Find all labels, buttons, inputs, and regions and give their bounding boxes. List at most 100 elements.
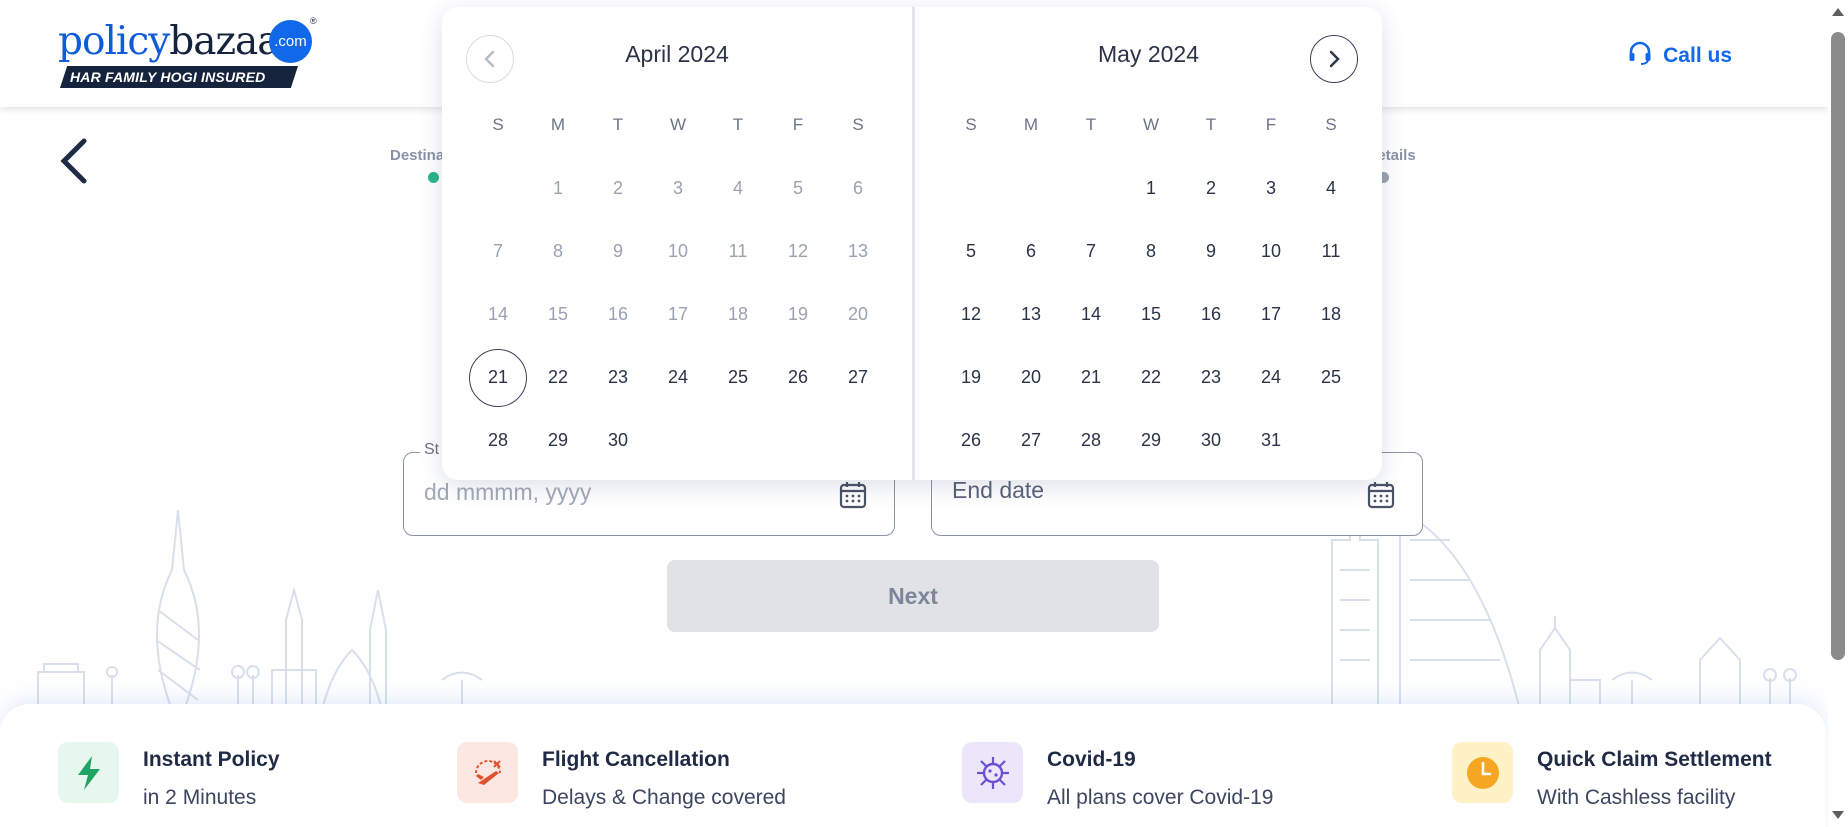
calendar-day[interactable]: 31 [1241, 409, 1301, 472]
scroll-down-arrow[interactable] [1832, 811, 1844, 819]
calendar-day[interactable]: 26 [768, 346, 828, 409]
calendar-day-number: 14 [487, 304, 509, 324]
calendar-day[interactable]: 9 [1181, 220, 1241, 283]
weekday-label: M [550, 115, 566, 134]
calendar-day[interactable]: 2 [1181, 157, 1241, 220]
calendar-day[interactable]: 27 [1001, 409, 1061, 472]
calendar-day[interactable]: 18 [1301, 283, 1361, 346]
weekday-label: T [732, 115, 744, 134]
policybazaar-logo[interactable]: policybazaar .com ® HAR FAMILY HOGI INSU… [58, 16, 320, 90]
calendar-day[interactable]: 10 [1241, 220, 1301, 283]
calendar-day[interactable]: 11 [1301, 220, 1361, 283]
calendar-day-number: 6 [852, 178, 863, 198]
calendar-day-number: 3 [1265, 178, 1276, 198]
back-button[interactable] [50, 135, 96, 187]
weekday-header: S M T W T F S [468, 115, 888, 135]
call-us-label: Call us [1663, 43, 1732, 67]
calendar-day[interactable]: 29 [528, 409, 588, 472]
calendar-icon[interactable] [838, 480, 868, 510]
calendar-day[interactable]: 26 [941, 409, 1001, 472]
calendar-day-number: 17 [1260, 304, 1282, 324]
calendar-day: 6 [828, 157, 888, 220]
calendar-day[interactable]: 23 [588, 346, 648, 409]
calendar-day[interactable]: 25 [708, 346, 768, 409]
calendar-day[interactable]: 28 [468, 409, 528, 472]
calendar-day: 11 [708, 220, 768, 283]
calendar-day[interactable]: 19 [941, 346, 1001, 409]
weekday-label: F [792, 115, 804, 134]
calendar-day-number: 26 [787, 367, 809, 387]
calendar-day: 10 [648, 220, 708, 283]
calendar-day-number: 12 [960, 304, 982, 324]
days-grid: 1 2 3 4 5 6 7 8 9 10 11 12 13 14 15 16 17 18 19 20 21 22 23 24 2… [468, 157, 888, 472]
calendar-day[interactable]: 22 [528, 346, 588, 409]
weekday-label: S [965, 115, 977, 134]
weekday-label: T [612, 115, 624, 134]
calendar-day-number: 1 [552, 178, 563, 198]
calendar-day-number: 7 [492, 241, 503, 261]
weekday-label: S [492, 115, 504, 134]
calendar-day[interactable]: 22 [1121, 346, 1181, 409]
calendar-day-number: 31 [1260, 430, 1282, 450]
calendar-day-number: 6 [1025, 241, 1036, 261]
calendar-day[interactable]: 30 [588, 409, 648, 472]
call-us-button[interactable]: Call us [1627, 40, 1732, 71]
calendar-day[interactable]: 13 [1001, 283, 1061, 346]
weekday-label: T [1205, 115, 1217, 134]
calendar-day[interactable]: 1 [1121, 157, 1181, 220]
calendar-day[interactable]: 17 [1241, 283, 1301, 346]
end-date-placeholder: End date [952, 477, 1045, 503]
calendar-day[interactable]: 3 [1241, 157, 1301, 220]
calendar-day[interactable]: 21 [468, 346, 528, 409]
feature-title: Quick Claim Settlement [1537, 748, 1772, 771]
chevron-left-icon [60, 138, 87, 184]
calendar-day[interactable]: 24 [648, 346, 708, 409]
calendar-day[interactable]: 7 [1061, 220, 1121, 283]
calendar-day: 17 [648, 283, 708, 346]
scroll-thumb[interactable] [1831, 32, 1845, 660]
scroll-up-arrow[interactable] [1832, 8, 1844, 16]
calendar-day-number: 2 [612, 178, 623, 198]
calendar-day[interactable]: 29 [1121, 409, 1181, 472]
calendar-day[interactable]: 28 [1061, 409, 1121, 472]
calendar-day[interactable]: 21 [1061, 346, 1121, 409]
days-grid: 1 2 3 4 5 6 7 8 9 10 11 12 13 14 15 16 17 18 19 20 21 22 23 24 2… [941, 157, 1361, 472]
calendar-day-number: 25 [727, 367, 749, 387]
feature-subtitle: All plans cover Covid-19 [1047, 786, 1274, 809]
calendar-day[interactable]: 5 [941, 220, 1001, 283]
calendar-icon[interactable] [1366, 480, 1396, 510]
feature-flight-cancellation: Flight Cancellation Delays & Change cove… [457, 742, 786, 810]
calendar-day[interactable]: 27 [828, 346, 888, 409]
start-date-label: St [420, 441, 444, 459]
calendar-day[interactable]: 6 [1001, 220, 1061, 283]
calendar-day[interactable]: 23 [1181, 346, 1241, 409]
calendar-day-number: 22 [547, 367, 569, 387]
calendar-day: 15 [528, 283, 588, 346]
page-scrollbar[interactable] [1828, 0, 1848, 827]
calendar-day-number: 7 [1085, 241, 1096, 261]
features-bar: Instant Policy in 2 Minutes Flight Cance… [0, 704, 1826, 827]
calendar-day[interactable]: 24 [1241, 346, 1301, 409]
calendar-day-number: 19 [960, 367, 982, 387]
calendar-day-number: 5 [792, 178, 803, 198]
calendar-day[interactable]: 14 [1061, 283, 1121, 346]
calendar-day[interactable]: 30 [1181, 409, 1241, 472]
feature-subtitle: Delays & Change covered [542, 786, 786, 809]
calendar-day-number: 29 [1140, 430, 1162, 450]
calendar-day[interactable]: 4 [1301, 157, 1361, 220]
calendar-day-number: 1 [1145, 178, 1156, 198]
calendar-day[interactable]: 16 [1181, 283, 1241, 346]
clock-icon [1452, 742, 1513, 803]
calendar-day[interactable]: 15 [1121, 283, 1181, 346]
next-button[interactable]: Next [667, 560, 1159, 632]
feature-title: Instant Policy [143, 748, 280, 771]
calendar-day[interactable]: 12 [941, 283, 1001, 346]
calendar-day[interactable]: 20 [1001, 346, 1061, 409]
calendar-day-number: 9 [1205, 241, 1216, 261]
calendar-day[interactable]: 8 [1121, 220, 1181, 283]
calendar-day: 9 [588, 220, 648, 283]
calendar-day[interactable]: 25 [1301, 346, 1361, 409]
lightning-icon [58, 742, 119, 803]
month-title: April 2024 [625, 41, 729, 67]
calendar-day: 8 [528, 220, 588, 283]
